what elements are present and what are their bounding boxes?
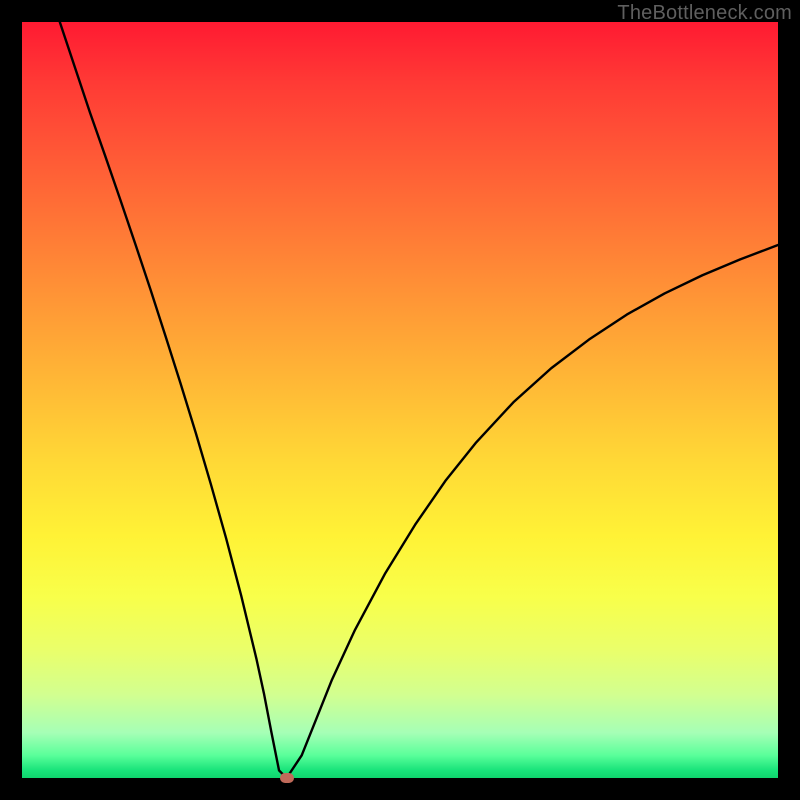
curve-layer <box>22 22 778 778</box>
chart-frame: TheBottleneck.com <box>0 0 800 800</box>
plot-area <box>22 22 778 778</box>
watermark-text: TheBottleneck.com <box>617 2 792 25</box>
min-marker <box>280 773 294 783</box>
bottleneck-curve <box>60 22 778 778</box>
